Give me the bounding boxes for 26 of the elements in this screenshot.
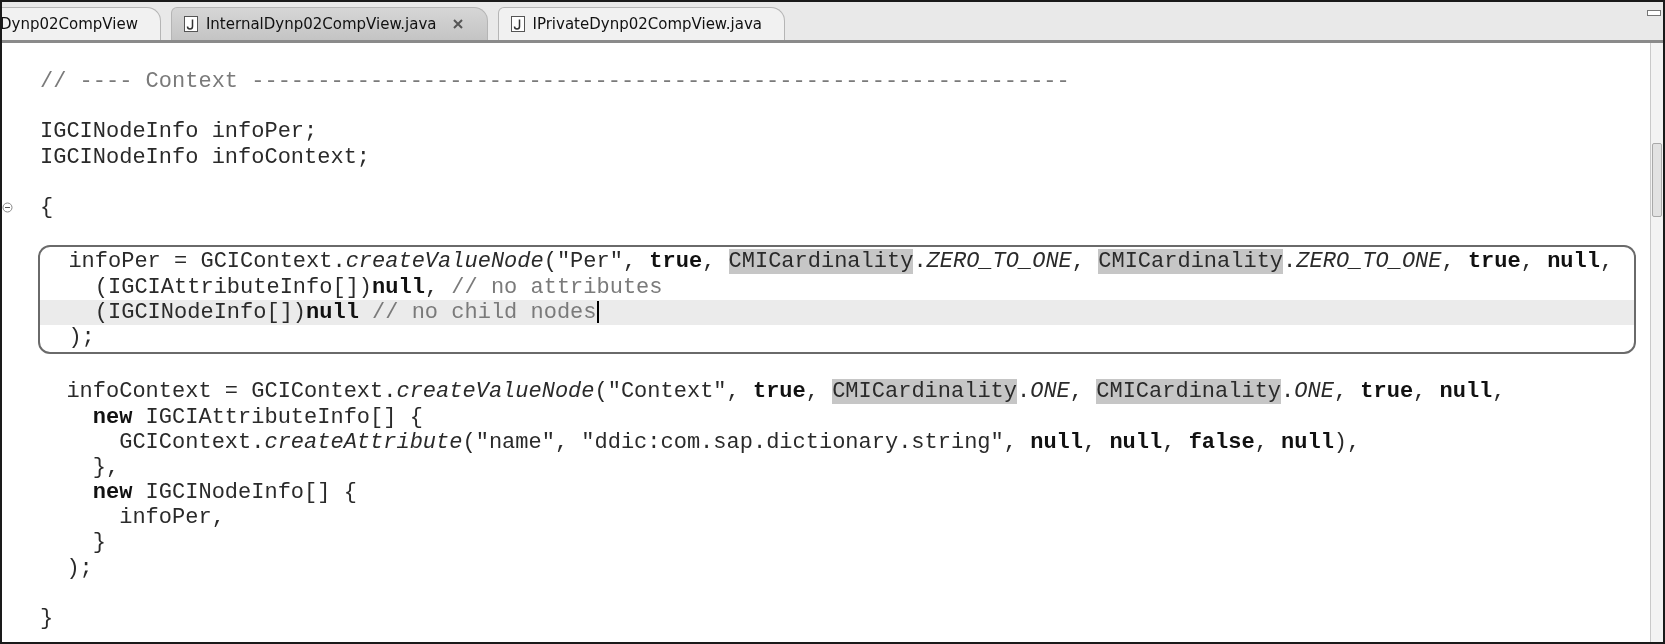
- code-line: infoPer = GCIContext.createValueNode("Per", true, CMICardinality.ZERO_TO_ONE, CMICardinality.ZERO_TO_ONE, true, null,: [67, 249, 1614, 275]
- code-line: IGCINodeInfo infoPer;: [39, 119, 318, 145]
- scroll-thumb[interactable]: [1652, 143, 1662, 217]
- code-line: GCIContext.createAttribute("name", "ddic:com.sap.dictionary.string", null, null, false, null),: [118, 429, 1361, 455]
- code-line: );: [65, 555, 93, 581]
- code-line: // ---- Context --------------------------------------------------------------: [39, 69, 1070, 95]
- code-line: (IGCIAttributeInfo[])null, // no attributes: [93, 274, 663, 300]
- code-line: infoPer,: [118, 505, 225, 531]
- code-line: }: [91, 530, 106, 556]
- text-cursor: [596, 301, 599, 324]
- code-line: IGCINodeInfo infoContext;: [39, 144, 371, 170]
- code-line: new IGCINodeInfo[] {: [91, 480, 357, 506]
- code-line: infoContext = GCIContext.createValueNode("Context", true, CMICardinality.ONE, CMICardinality.ONE, true, null,: [65, 379, 1506, 405]
- minimize-button[interactable]: [1647, 10, 1661, 16]
- code-line: {: [39, 195, 54, 221]
- code-line: },: [91, 454, 120, 480]
- scrollbar[interactable]: [1650, 43, 1663, 642]
- collapse-icon[interactable]: [2, 202, 13, 214]
- code-line: );: [67, 324, 95, 350]
- code-line: new IGCIAttributeInfo[] {: [91, 404, 423, 430]
- close-button[interactable]: [450, 17, 465, 31]
- code-line: (IGCINodeInfo[])null // no child nodes: [93, 299, 597, 325]
- editor-tab[interactable]: Dynp02CompView: [2, 7, 161, 40]
- editor-tab[interactable]: IPrivateDynp02CompView.java: [497, 7, 785, 40]
- code-line: }: [39, 606, 54, 632]
- editor-tab[interactable]: InternalDynp02CompView.java: [170, 7, 488, 40]
